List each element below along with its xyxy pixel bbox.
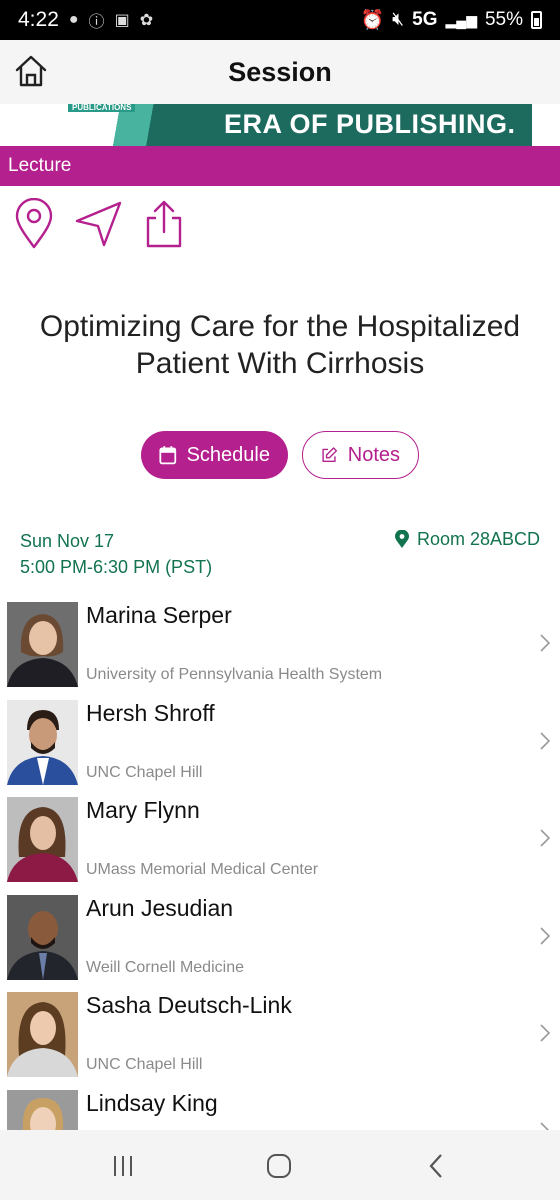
- speaker-org: UNC Chapel Hill: [86, 1056, 203, 1073]
- schedule-label: Schedule: [186, 443, 270, 466]
- home-icon: [15, 55, 47, 87]
- info-icon: ⓘ: [88, 14, 105, 31]
- chevron-right-icon: [540, 926, 550, 945]
- home-nav-button[interactable]: [259, 1150, 299, 1182]
- recent-apps-button[interactable]: [103, 1150, 143, 1182]
- battery-icon: [531, 11, 542, 29]
- chevron-right-icon: [540, 1024, 550, 1042]
- speaker-org: UMass Memorial Medical Center: [86, 861, 319, 878]
- banner-ad[interactable]: PUBLICATIONS ERA OF PUBLISHING.: [0, 104, 560, 146]
- chevron-right-icon: [540, 731, 550, 750]
- recent-apps-icon: [114, 1156, 132, 1176]
- speaker-name: Sasha Deutsch-Link: [86, 992, 292, 1018]
- calendar-icon: [159, 446, 177, 465]
- session-date: Sun Nov 17: [20, 531, 115, 551]
- chat-icon: ●: [68, 11, 79, 28]
- page-title: Session: [228, 56, 332, 87]
- chevron-right-icon: [540, 1121, 550, 1130]
- room-label: Room 28ABCD: [416, 529, 540, 549]
- speaker-org: Weill Cornell Medicine: [86, 958, 244, 976]
- home-button[interactable]: [12, 52, 50, 90]
- action-icons: [14, 198, 184, 250]
- speaker-name: Arun Jesudian: [86, 894, 234, 921]
- session-datetime: Sun Nov 17 5:00 PM-6:30 PM (PST): [20, 528, 212, 580]
- back-button[interactable]: [416, 1150, 456, 1182]
- speaker-row[interactable]: Sasha Deutsch-Link UNC Chapel Hill: [0, 990, 560, 1088]
- mute-icon: 🔇︎: [392, 9, 405, 30]
- status-time: 4:22: [18, 8, 59, 31]
- chevron-right-icon: [540, 634, 550, 652]
- calendar-icon: ▣: [114, 12, 130, 29]
- signal-icon: ▂▄▆: [445, 11, 477, 28]
- battery-percent: 55%: [484, 9, 523, 30]
- banner-small-text: PUBLICATIONS: [68, 104, 136, 112]
- session-actions: Schedule Notes: [0, 431, 560, 479]
- chevron-right-icon: [540, 829, 550, 847]
- schedule-button[interactable]: Schedule: [141, 431, 288, 479]
- edit-icon: [322, 447, 338, 462]
- speaker-photo: [7, 1089, 78, 1130]
- speaker-name: Marina Serper: [86, 602, 232, 628]
- home-circle-icon: [267, 1154, 291, 1178]
- session-title: Optimizing Care for the Hospitalized Pat…: [39, 310, 521, 380]
- notes-button[interactable]: Notes: [302, 431, 419, 479]
- location-pin-icon[interactable]: [14, 198, 54, 250]
- notification-icon: ✿: [139, 12, 154, 29]
- network-label: 5G: [412, 9, 438, 30]
- system-nav-bar: [0, 1130, 560, 1200]
- location-pin-icon: [394, 530, 409, 548]
- directions-icon[interactable]: [74, 199, 124, 249]
- speaker-org: UNC Chapel Hill: [86, 763, 203, 781]
- alarm-icon: ⏰: [360, 10, 385, 31]
- speaker-photo: [7, 894, 78, 980]
- speaker-row[interactable]: Marina Serper University of Pennsylvania…: [0, 600, 560, 698]
- app-header: Session: [0, 40, 560, 104]
- speaker-name: Lindsay King: [86, 1089, 218, 1116]
- speaker-row[interactable]: Mary Flynn UMass Memorial Medical Center: [0, 795, 560, 893]
- speaker-photo: [7, 797, 78, 882]
- speaker-photo: [7, 992, 78, 1077]
- category-label: Lecture: [8, 155, 72, 176]
- share-icon[interactable]: [144, 198, 184, 250]
- speaker-row[interactable]: Lindsay King: [0, 1088, 560, 1130]
- speaker-org: University of Pennsylvania Health System: [86, 666, 383, 683]
- category-bar: Lecture: [0, 146, 560, 186]
- session-time: 5:00 PM-6:30 PM (PST): [20, 557, 213, 577]
- speaker-name: Hersh Shroff: [86, 699, 215, 726]
- speaker-name: Mary Flynn: [86, 797, 200, 823]
- speaker-row[interactable]: Arun Jesudian Weill Cornell Medicine: [0, 893, 560, 991]
- speaker-list: Marina Serper University of Pennsylvania…: [0, 600, 560, 1130]
- notes-label: Notes: [347, 443, 400, 466]
- status-bar: 4:22 ● ⓘ ▣ ✿ ⏰ 🔇︎ 5G ▂▄▆ 55%: [0, 0, 560, 40]
- speaker-row[interactable]: Hersh Shroff UNC Chapel Hill: [0, 698, 560, 796]
- session-room[interactable]: Room 28ABCD: [394, 528, 540, 550]
- back-icon: [429, 1154, 442, 1178]
- speaker-photo: [7, 699, 78, 785]
- speaker-photo: [7, 602, 78, 687]
- banner-text: ERA OF PUBLISHING.: [224, 109, 516, 139]
